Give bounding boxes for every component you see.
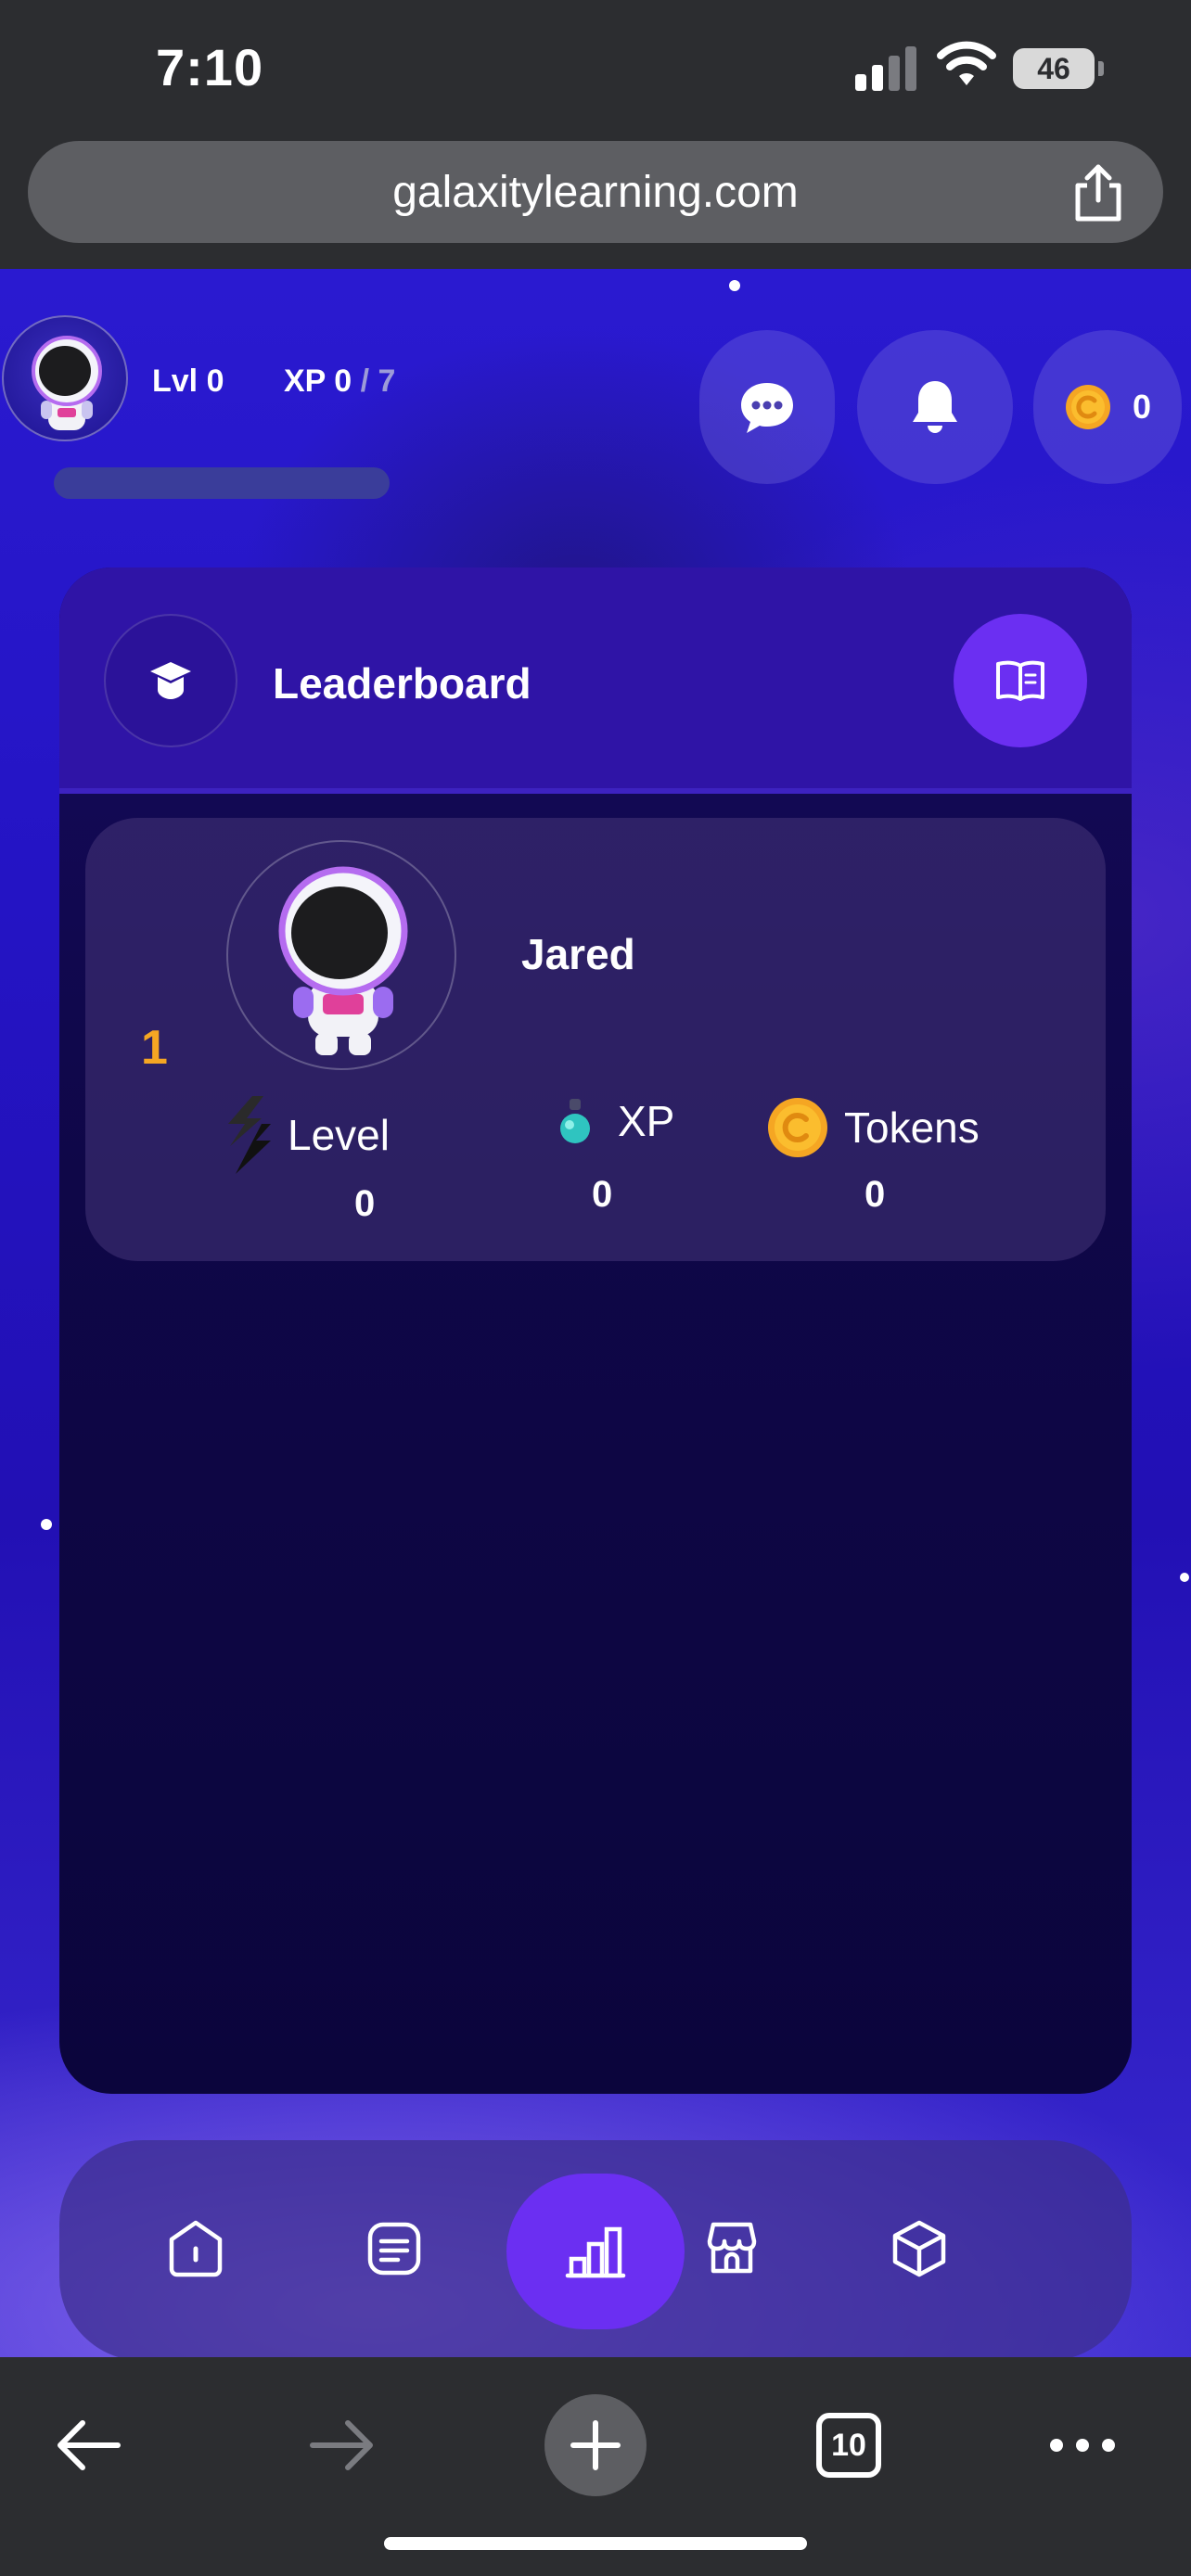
plus-circle: [544, 2394, 647, 2496]
nav-inventory[interactable]: [859, 2188, 980, 2309]
level-label: Lvl 0: [152, 363, 224, 399]
coin-icon: [1065, 385, 1110, 429]
stat-xp-value: 0: [592, 1174, 613, 1215]
chat-button[interactable]: [699, 330, 835, 484]
bell-icon: [913, 381, 957, 433]
xp-potion-icon: [560, 1099, 590, 1143]
leaderboard-panel: Leaderboard 1 Jared Level 0 XP 0 Tokens …: [59, 567, 1132, 2094]
new-tab-button[interactable]: [544, 2394, 647, 2496]
player-name: Jared: [521, 930, 635, 978]
leaderboard-icon: [565, 2226, 626, 2278]
courses-icon: [367, 2222, 421, 2276]
more-button[interactable]: [1031, 2394, 1133, 2496]
stat-xp-label: XP: [618, 1097, 675, 1145]
nav-leaderboard[interactable]: [506, 2174, 685, 2329]
stat-tokens: Tokens: [766, 1096, 980, 1159]
leaderboard-header: Leaderboard: [59, 567, 1132, 794]
forward-arrow-icon: [310, 2420, 373, 2470]
token-count: 0: [1132, 388, 1152, 426]
graduation-cap-icon: [150, 662, 191, 699]
xp-max: / 7: [360, 363, 396, 399]
book-icon: [996, 660, 1044, 701]
more-icon: [1050, 2439, 1115, 2452]
tabs-icon: 10: [816, 2413, 881, 2478]
stat-level: Level: [224, 1096, 390, 1174]
leaderboard-entry[interactable]: 1 Jared Level 0 XP 0 Tokens 0: [85, 818, 1106, 1261]
star-decoration: [729, 280, 740, 291]
status-time: 7:10: [156, 38, 264, 96]
home-indicator: [384, 2537, 807, 2550]
plus-icon: [570, 2420, 621, 2470]
url-text[interactable]: galaxitylearning.com: [28, 167, 1163, 218]
home-icon: [169, 2220, 223, 2277]
forward-button[interactable]: [291, 2394, 393, 2496]
stat-level-label: Level: [288, 1111, 390, 1159]
astronaut-icon: [32, 336, 102, 430]
stat-xp: XP: [555, 1096, 674, 1146]
player-avatar: [226, 840, 456, 1070]
nav-courses[interactable]: [334, 2188, 455, 2309]
nav-home[interactable]: [135, 2188, 256, 2309]
rank-number: 1: [141, 1021, 168, 1075]
share-icon[interactable]: [1070, 163, 1126, 223]
url-bar[interactable]: galaxitylearning.com: [28, 141, 1163, 243]
star-decoration: [1180, 1573, 1189, 1582]
back-button[interactable]: [37, 2394, 139, 2496]
user-avatar[interactable]: [2, 315, 128, 441]
tokens-button[interactable]: 0: [1033, 330, 1182, 484]
signal-icon: [855, 45, 918, 91]
stat-tokens-value: 0: [864, 1174, 886, 1215]
chat-icon: [741, 383, 793, 433]
level-bolt-icon: [228, 1096, 271, 1174]
tabs-button[interactable]: 10: [798, 2394, 900, 2496]
astronaut-icon: [278, 866, 408, 1055]
book-button[interactable]: [954, 614, 1087, 747]
leaderboard-title: Leaderboard: [273, 659, 531, 708]
xp-label: XP 0 / 7: [284, 363, 395, 400]
nav-store[interactable]: [672, 2188, 792, 2309]
xp-current: XP 0: [284, 363, 352, 399]
stat-level-value: 0: [354, 1183, 376, 1224]
star-decoration: [41, 1519, 52, 1530]
cube-icon: [892, 2220, 946, 2277]
store-icon: [707, 2222, 757, 2274]
stat-tokens-label: Tokens: [844, 1103, 980, 1152]
app-viewport: Lvl 0 XP 0 / 7 0 Leaderboard 1 Jared Lev…: [0, 269, 1191, 2357]
xp-progress-bar: [54, 467, 390, 499]
battery-icon: 46: [1013, 48, 1104, 89]
wifi-icon: [937, 41, 996, 85]
notifications-button[interactable]: [857, 330, 1013, 484]
status-bar: 7:10 46: [0, 0, 1191, 139]
bottom-nav: [59, 2140, 1132, 2357]
graduation-cap-badge: [104, 614, 237, 747]
coin-icon: [768, 1098, 827, 1157]
back-arrow-icon: [58, 2420, 121, 2470]
